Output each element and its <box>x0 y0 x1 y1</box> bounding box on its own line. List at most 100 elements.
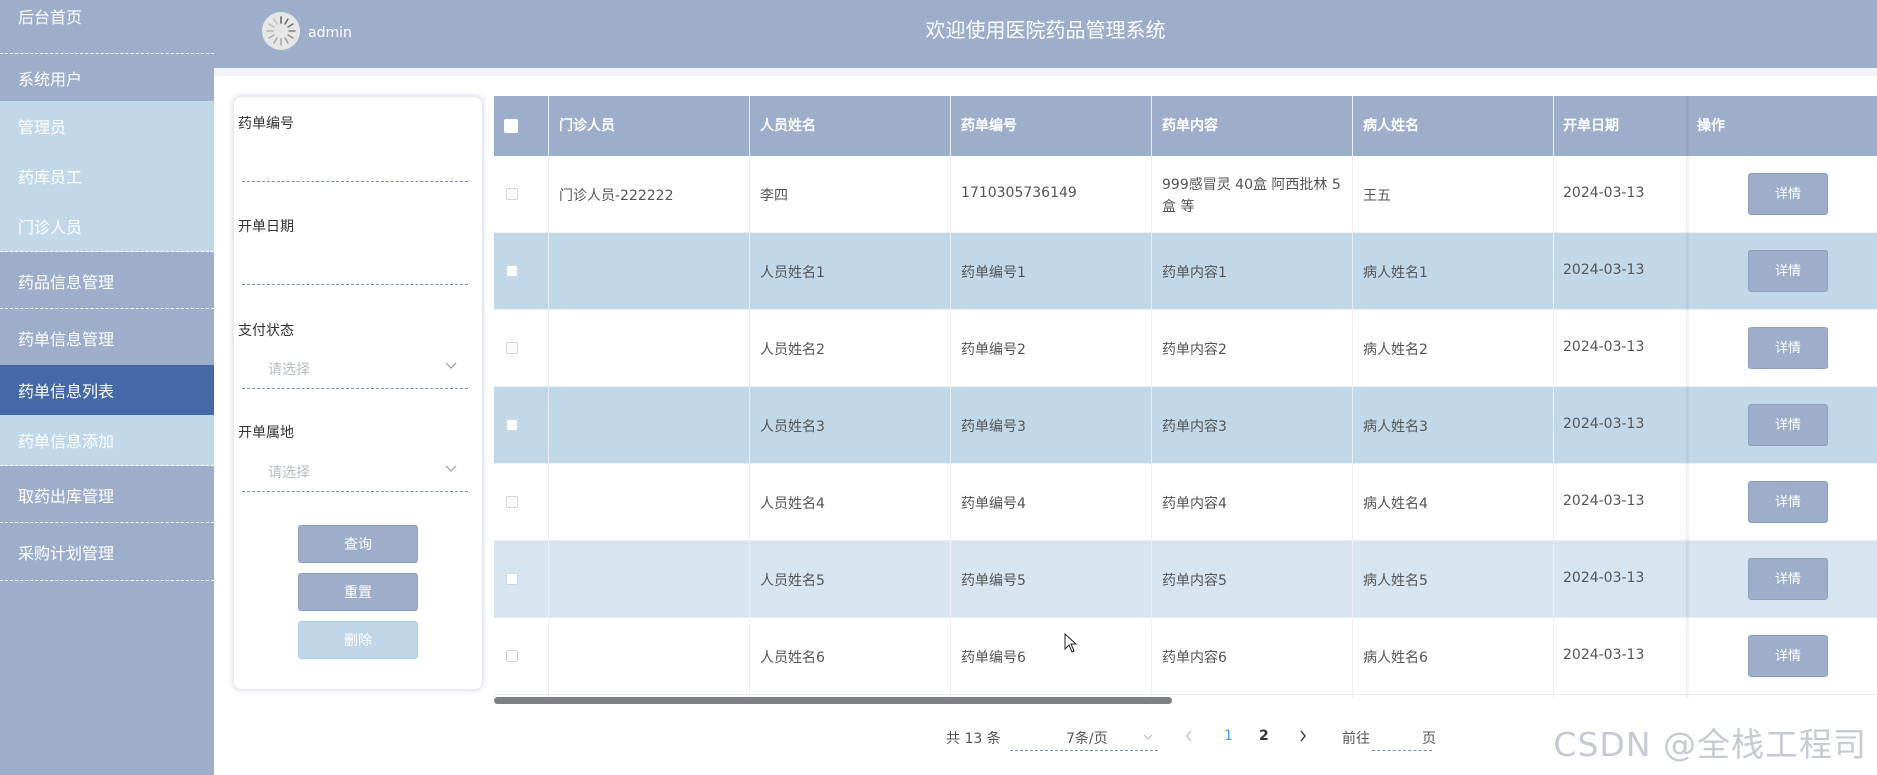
location-label: 开单属地 <box>238 425 294 441</box>
sidebar-item-label: 门诊人员 <box>18 218 83 237</box>
sidebar-item-order-list[interactable]: 药单信息列表 <box>0 365 214 415</box>
cell-patient: 病人姓名3 <box>1363 419 1428 435</box>
chevron-right-icon[interactable] <box>1298 729 1308 747</box>
row-checkbox[interactable] <box>506 650 518 662</box>
detail-button[interactable]: 详情 <box>1748 327 1828 369</box>
pay-status-underline <box>242 388 468 389</box>
column-header: 人员姓名 <box>760 118 816 134</box>
detail-button[interactable]: 详情 <box>1748 481 1828 523</box>
chevron-left-icon[interactable] <box>1184 729 1194 747</box>
sidebar-item-home[interactable]: 后台首页 <box>0 0 214 54</box>
cell-date: 2024-03-13 <box>1563 647 1645 663</box>
detail-button[interactable]: 详情 <box>1748 404 1828 446</box>
detail-button[interactable]: 详情 <box>1748 558 1828 600</box>
page-suffix: 页 <box>1422 731 1436 747</box>
cell-content: 药单内容1 <box>1162 265 1227 281</box>
sidebar-item-warehouse-staff[interactable]: 药库员工 <box>0 151 214 201</box>
pagination-total: 共 13 条 <box>946 731 1001 747</box>
sidebar-item-label: 后台首页 <box>18 8 83 27</box>
column-header: 药单编号 <box>961 118 1017 134</box>
page-size-select[interactable]: 7条/页 <box>1066 728 1108 748</box>
cell-order-no: 药单编号3 <box>961 419 1026 435</box>
cell-date: 2024-03-13 <box>1563 185 1645 201</box>
sidebar-item-dispense[interactable]: 取药出库管理 <box>0 467 214 523</box>
row-checkbox[interactable] <box>506 419 518 431</box>
cell-name: 人员姓名1 <box>760 265 825 281</box>
cell-content: 999感冒灵 40盒 阿西批林 5盒 等 <box>1162 177 1341 215</box>
cell-content: 药单内容5 <box>1162 573 1227 589</box>
row-checkbox[interactable] <box>506 496 518 508</box>
date-input[interactable] <box>242 284 468 285</box>
column-divider <box>1553 96 1554 698</box>
cell-name: 人员姓名6 <box>760 650 825 666</box>
location-underline <box>242 491 468 492</box>
data-table: 门诊人员 人员姓名 药单编号 药单内容 病人姓名 开单日期 操作 门诊人员-22… <box>494 96 1877 698</box>
sidebar-item-system-users[interactable]: 系统用户 <box>0 54 214 101</box>
cell-order-no: 药单编号6 <box>961 650 1026 666</box>
sidebar-item-label: 取药出库管理 <box>18 486 115 506</box>
cell-patient: 病人姓名6 <box>1363 650 1428 666</box>
column-header: 药单内容 <box>1162 118 1218 134</box>
cell-name: 李四 <box>760 188 788 204</box>
detail-button[interactable]: 详情 <box>1748 250 1828 292</box>
sidebar-item-order-add[interactable]: 药单信息添加 <box>0 415 214 466</box>
table-row: 人员姓名6 药单编号6 药单内容6 病人姓名6 2024-03-13 详情 <box>494 618 1877 695</box>
row-checkbox[interactable] <box>506 342 518 354</box>
column-header: 开单日期 <box>1563 118 1619 134</box>
cell-order-no: 药单编号1 <box>961 265 1026 281</box>
query-button[interactable]: 查询 <box>298 525 418 563</box>
table-row: 人员姓名4 药单编号4 药单内容4 病人姓名4 2024-03-13 详情 <box>494 464 1877 541</box>
sidebar-item-purchase-plan[interactable]: 采购计划管理 <box>0 524 214 581</box>
order-no-input[interactable] <box>242 181 468 182</box>
reset-button[interactable]: 重置 <box>298 573 418 611</box>
table-header: 门诊人员 人员姓名 药单编号 药单内容 病人姓名 开单日期 操作 <box>494 96 1877 156</box>
cell-date: 2024-03-13 <box>1563 339 1645 355</box>
location-select[interactable]: 请选择 <box>268 462 310 482</box>
cell-name: 人员姓名3 <box>760 419 825 435</box>
row-checkbox[interactable] <box>506 265 518 277</box>
table-row: 人员姓名3 药单编号3 药单内容3 病人姓名3 2024-03-13 详情 <box>494 387 1877 464</box>
pay-status-select[interactable]: 请选择 <box>268 359 310 379</box>
sidebar-item-drug-info[interactable]: 药品信息管理 <box>0 253 214 309</box>
cell-order-no: 药单编号5 <box>961 573 1026 589</box>
cell-content: 药单内容4 <box>1162 496 1227 512</box>
detail-button[interactable]: 详情 <box>1748 635 1828 677</box>
chevron-down-icon <box>444 360 458 374</box>
select-all-checkbox[interactable] <box>504 119 518 133</box>
sidebar-item-clinic-staff[interactable]: 门诊人员 <box>0 201 214 252</box>
cell-patient: 病人姓名4 <box>1363 496 1428 512</box>
column-divider <box>749 96 750 698</box>
horizontal-scrollbar[interactable] <box>494 697 1172 704</box>
date-label: 开单日期 <box>238 219 294 235</box>
cell-patient: 病人姓名1 <box>1363 265 1428 281</box>
detail-button[interactable]: 详情 <box>1748 173 1828 215</box>
row-checkbox[interactable] <box>506 573 518 585</box>
page-2[interactable]: 2 <box>1259 728 1269 744</box>
cell-name: 人员姓名4 <box>760 496 825 512</box>
cell-date: 2024-03-13 <box>1563 493 1645 509</box>
cell-order-no: 药单编号4 <box>961 496 1026 512</box>
page-size-underline <box>1010 750 1158 751</box>
row-checkbox[interactable] <box>506 188 518 200</box>
sidebar: 后台首页 系统用户 管理员 药库员工 门诊人员 药品信息管理 药单信息管理 药单… <box>0 0 214 775</box>
delete-button[interactable]: 删除 <box>298 621 418 659</box>
sidebar-item-admins[interactable]: 管理员 <box>0 101 214 151</box>
sidebar-item-label: 药库员工 <box>18 168 83 187</box>
table-row: 人员姓名1 药单编号1 药单内容1 病人姓名1 2024-03-13 详情 <box>494 233 1877 310</box>
goto-label: 前往 <box>1342 731 1370 747</box>
page-1[interactable]: 1 <box>1224 728 1233 744</box>
page-title: 欢迎使用医院药品管理系统 <box>925 18 1166 42</box>
chevron-down-icon <box>1142 730 1154 746</box>
cell-content: 药单内容2 <box>1162 342 1227 358</box>
watermark: CSDN @全栈工程司 <box>1553 725 1867 764</box>
sidebar-item-label: 系统用户 <box>18 69 83 89</box>
cell-date: 2024-03-13 <box>1563 570 1645 586</box>
goto-page-input[interactable] <box>1372 750 1432 751</box>
cell-content: 药单内容6 <box>1162 650 1227 666</box>
column-divider <box>548 96 549 698</box>
cell-order-no: 1710305736149 <box>961 185 1077 201</box>
sidebar-item-order-mgmt[interactable]: 药单信息管理 <box>0 310 214 365</box>
cell-order-no: 药单编号2 <box>961 342 1026 358</box>
sidebar-item-label: 管理员 <box>18 118 67 137</box>
column-divider <box>1352 96 1353 698</box>
